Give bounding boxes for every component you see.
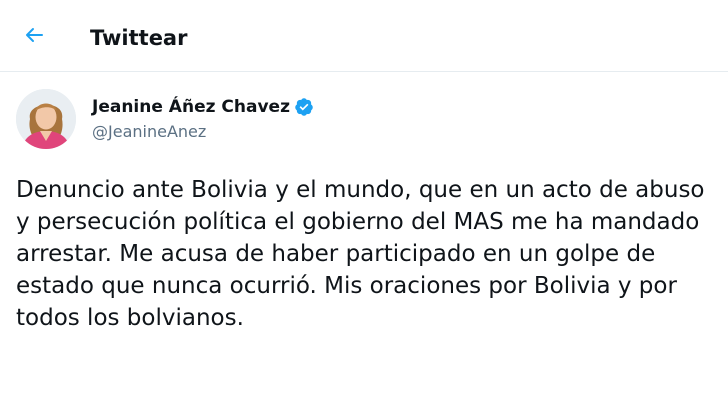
- arrow-left-icon: [22, 23, 46, 51]
- author-names: Jeanine Áñez Chavez @JeanineAnez: [92, 96, 314, 142]
- tweet-author: Jeanine Áñez Chavez @JeanineAnez: [16, 86, 314, 152]
- back-button[interactable]: [14, 17, 54, 57]
- name-row: Jeanine Áñez Chavez: [92, 96, 314, 118]
- author-display-name[interactable]: Jeanine Áñez Chavez: [92, 96, 290, 118]
- tweet-page: Twittear Jeanine Áñez Chavez @JeanineAne…: [0, 0, 728, 420]
- page-title: Twittear: [90, 26, 188, 50]
- verified-badge-icon: [294, 97, 314, 117]
- tweet-text: Denuncio ante Bolivia y el mundo, que en…: [16, 177, 705, 331]
- top-bar: Twittear: [0, 0, 728, 72]
- author-handle[interactable]: @JeanineAnez: [92, 122, 314, 142]
- avatar[interactable]: [16, 89, 76, 149]
